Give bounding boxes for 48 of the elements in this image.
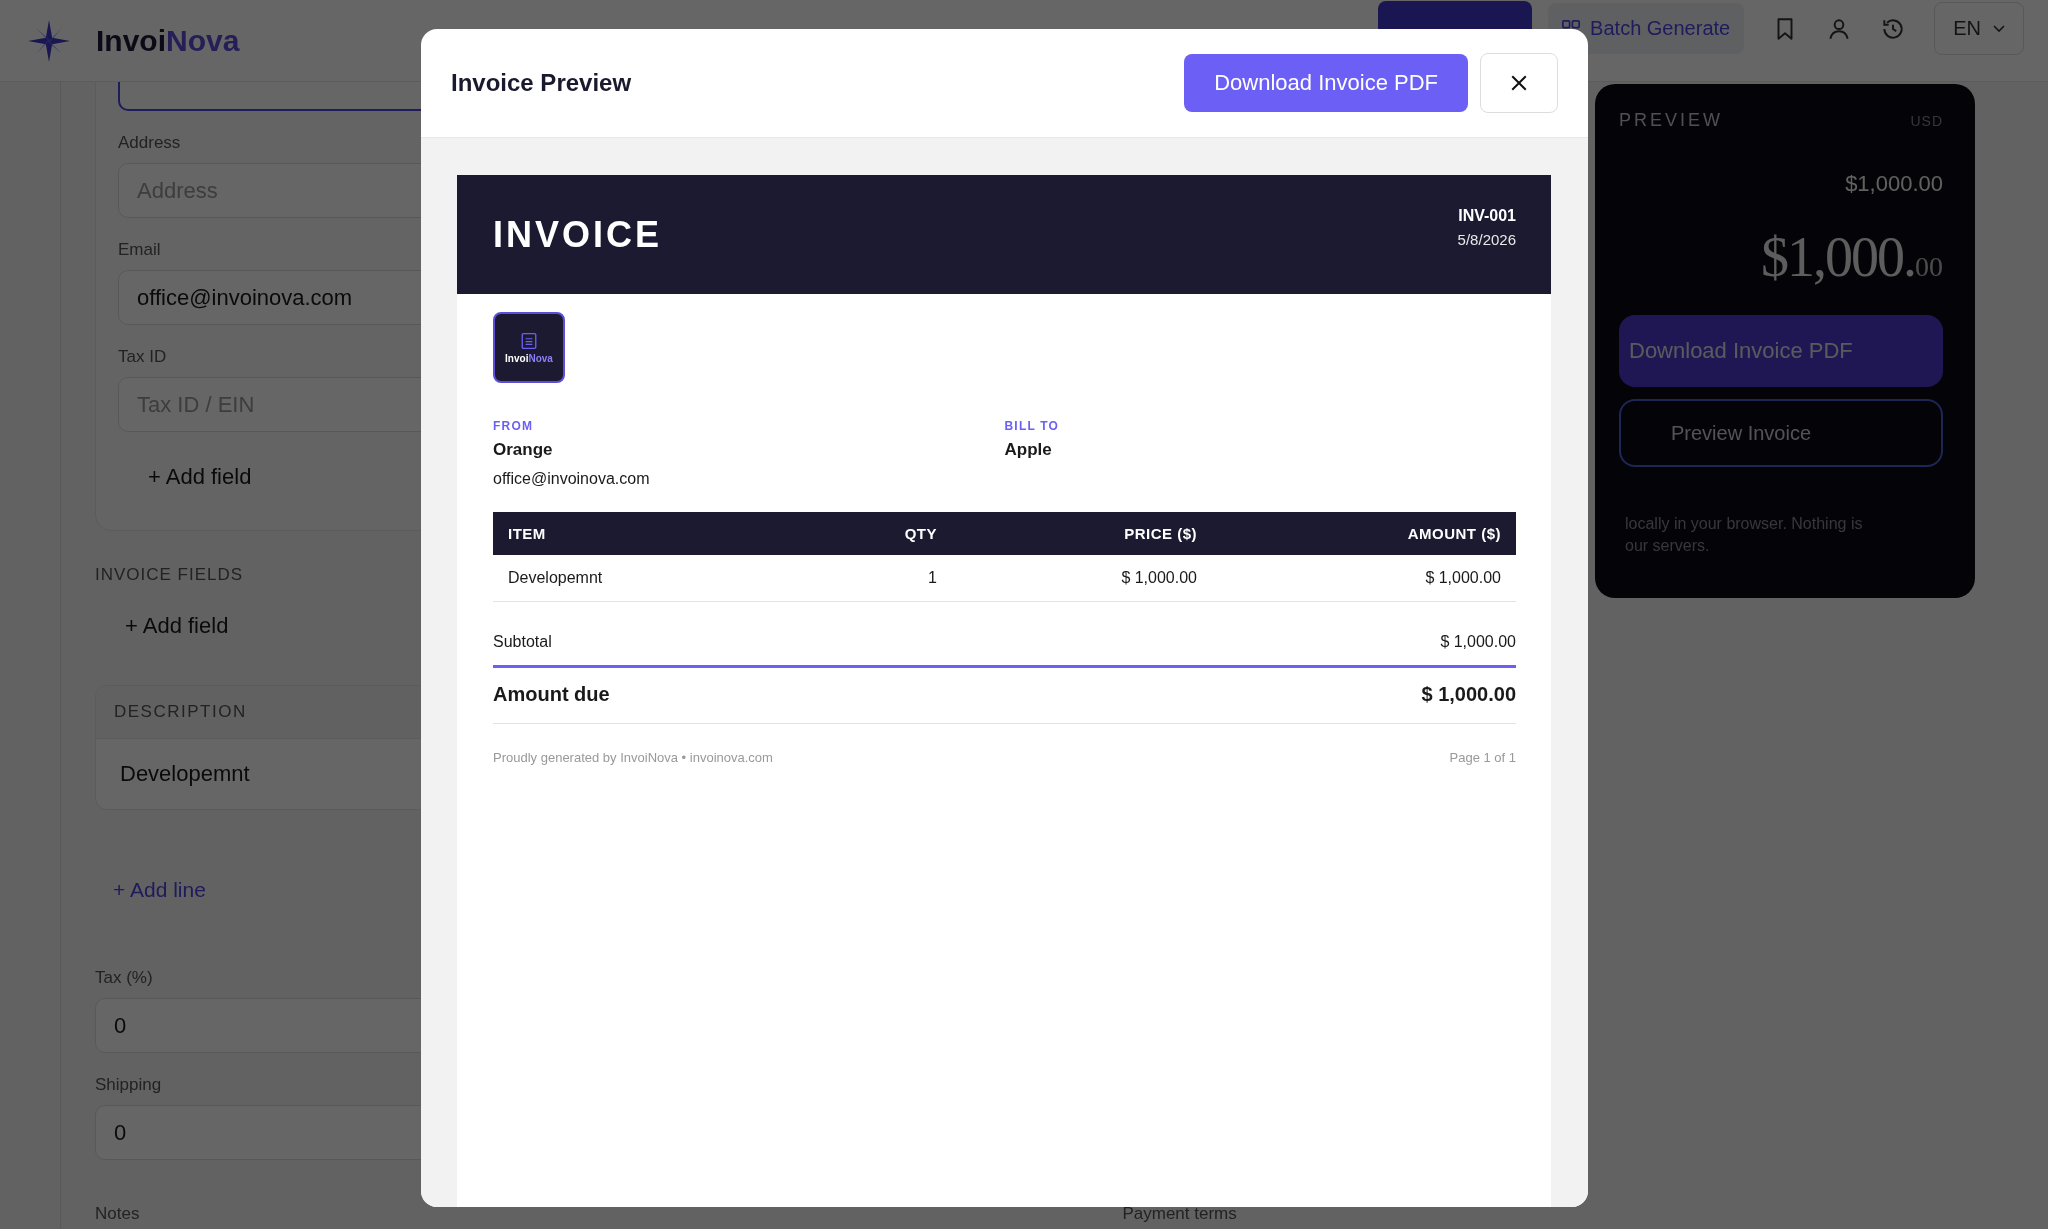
table-cell-text: $ 1,000.00	[1424, 569, 1502, 587]
field-label: Tax ID	[118, 347, 167, 367]
column-header: PRICE ($)	[1123, 525, 1198, 542]
amount-due-label: Amount due	[493, 683, 610, 706]
preview-invoice-button[interactable]: Preview Invoice	[1619, 399, 1943, 467]
bill-to-label: BILL TO	[1004, 419, 1060, 433]
close-icon	[1510, 74, 1528, 92]
column-header: ITEM	[507, 525, 547, 542]
add-field-button[interactable]: + Add field	[125, 613, 229, 639]
sender-name: Orange	[493, 440, 553, 460]
total-amount: $1,000.00	[1761, 225, 1943, 289]
from-label: FROM	[493, 419, 534, 433]
subtotal-amount: $ 1,000.00	[1440, 633, 1516, 651]
field-label: Shipping	[95, 1075, 162, 1095]
table-cell-text: 1	[927, 569, 938, 587]
download-pdf-button[interactable]: Download Invoice PDF	[1619, 315, 1943, 387]
table-cell-text: Developemnt	[507, 569, 604, 587]
brand-name[interactable]: InvoiNova	[96, 23, 240, 58]
field-label: Email	[118, 240, 161, 260]
logo-text: InvoiNova	[505, 352, 553, 364]
language-select[interactable]: EN	[1934, 2, 2024, 55]
footer-note: Proudly generated by InvoiNova • invoinova.com	[493, 750, 773, 765]
client-name: Apple	[1004, 440, 1052, 460]
subtotal-label: Subtotal	[493, 633, 552, 651]
field-label: Payment terms	[1122, 1204, 1237, 1224]
add-line-link[interactable]: + Add line	[113, 878, 206, 902]
batch-generate-button[interactable]: Batch Generate	[1548, 3, 1745, 54]
download-pdf-button[interactable]: Download Invoice PDF	[1184, 54, 1468, 112]
sender-email: office@invoinova.com	[493, 470, 650, 488]
invoice-number: INV-001	[1458, 207, 1516, 225]
column-header: QTY	[903, 525, 938, 542]
add-field-button[interactable]: + Add field	[148, 464, 252, 490]
squares-icon	[1562, 20, 1581, 29]
page-number: Page 1 of 1	[1449, 750, 1516, 765]
field-label: Tax (%)	[95, 968, 153, 988]
invoice-title: INVOICE	[493, 213, 663, 256]
field-label: Notes	[95, 1204, 140, 1224]
invoice-date: 5/8/2026	[1457, 231, 1516, 248]
section-heading: INVOICE FIELDS	[95, 565, 244, 585]
document-icon	[520, 331, 538, 350]
table-cell-text: $ 1,000.00	[1120, 569, 1198, 587]
field-label: Address	[118, 133, 181, 153]
amount-due: $ 1,000.00	[1421, 683, 1516, 706]
modal-title: Invoice Preview	[451, 69, 632, 97]
chevron-down-icon	[1993, 24, 2005, 33]
panel-title: PREVIEW	[1619, 110, 1723, 131]
subtotal-amount: $1,000.00	[1845, 171, 1943, 197]
column-header: AMOUNT ($)	[1406, 525, 1502, 542]
